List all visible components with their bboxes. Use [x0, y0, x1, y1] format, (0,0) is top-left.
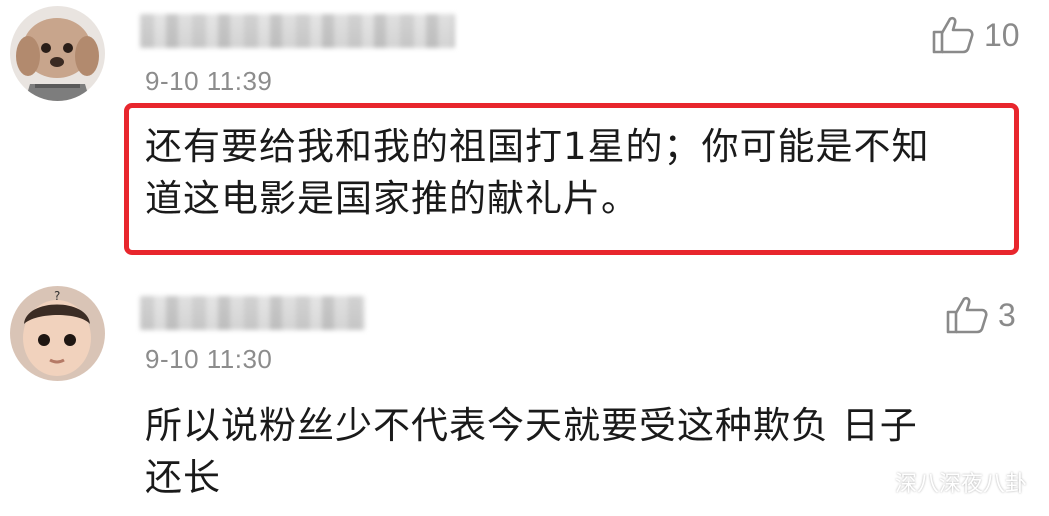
watermark-text: 深八深夜八卦	[894, 472, 1027, 497]
watermark: 深八深夜八卦	[852, 466, 1027, 498]
child-avatar-image: ?	[10, 286, 105, 381]
comment-text-line: 还有要给我和我的祖国打1星的；你可能是不知	[145, 125, 930, 168]
like-count: 10	[984, 16, 1020, 53]
svg-text:?: ?	[54, 289, 60, 303]
avatar[interactable]	[10, 6, 105, 101]
comment-item: 9-10 11:39 10 还有要给我和我的祖国打1星的；你可能是不知 道这电影…	[0, 0, 1049, 260]
dog-avatar-image	[10, 6, 105, 101]
comment-text: 还有要给我和我的祖国打1星的；你可能是不知 道这电影是国家推的献礼片。	[145, 121, 1015, 225]
like-count: 3	[998, 296, 1016, 333]
username-blurred[interactable]	[140, 296, 365, 330]
username-blurred[interactable]	[140, 14, 455, 48]
avatar[interactable]: ?	[10, 286, 105, 381]
comment-text-line: 道这电影是国家推的献礼片。	[145, 177, 639, 220]
thumbs-up-icon	[932, 16, 974, 54]
thumbs-up-icon	[946, 296, 988, 334]
like-button[interactable]: 10	[932, 16, 1020, 54]
comment-timestamp: 9-10 11:39	[145, 66, 273, 96]
comment-text-line: 所以说粉丝少不代表今天就要受这种欺负 日子	[145, 404, 918, 447]
comment-timestamp: 9-10 11:30	[145, 344, 273, 374]
like-button[interactable]: 3	[946, 296, 1016, 334]
wechat-icon	[852, 468, 887, 496]
